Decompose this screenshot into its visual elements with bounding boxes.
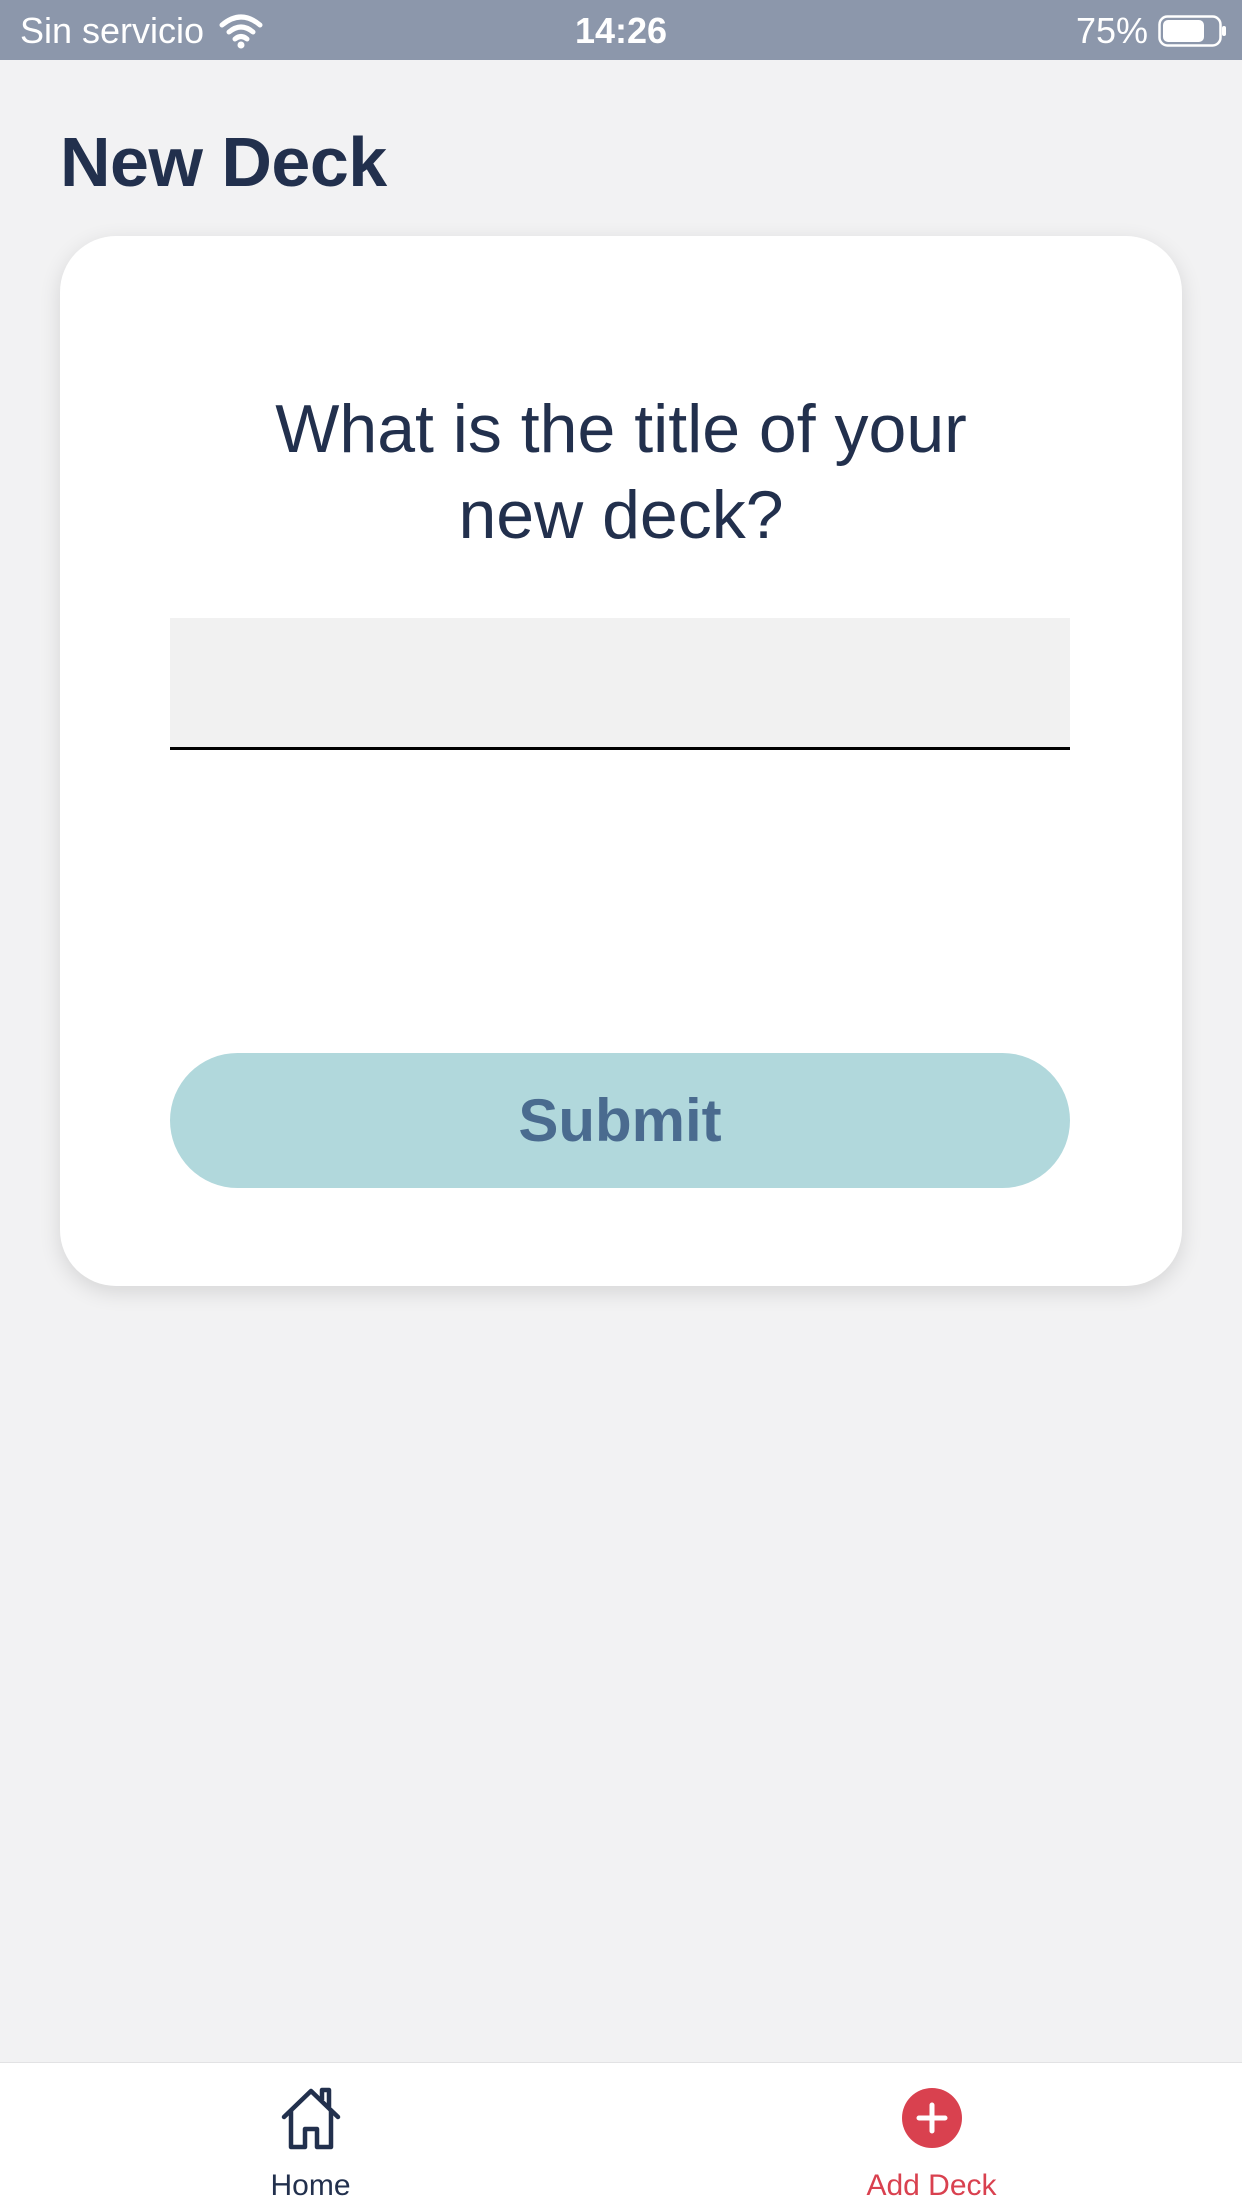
tab-bar: Home Add Deck <box>0 2062 1242 2209</box>
plus-circle-icon <box>901 2088 962 2148</box>
status-right: 75% <box>1076 10 1228 52</box>
tab-add-deck[interactable]: Add Deck <box>621 2063 1242 2209</box>
tab-home-label: Home <box>270 2169 351 2202</box>
status-bar: Sin servicio 14:26 75% <box>0 0 1242 60</box>
tab-add-deck-label: Add Deck <box>866 2169 997 2202</box>
battery-icon <box>1158 15 1226 47</box>
tab-home[interactable]: Home <box>0 2063 621 2209</box>
question-text: What is the title of your new deck? <box>275 391 967 553</box>
new-deck-card: What is the title of your new deck? Subm… <box>60 236 1182 1286</box>
status-time: 14:26 <box>574 10 668 51</box>
deck-title-input[interactable] <box>170 618 1070 750</box>
battery-percent: 75% <box>1075 10 1148 51</box>
home-icon <box>281 2087 340 2150</box>
submit-button[interactable]: Submit <box>170 1053 1070 1188</box>
page-title: New Deck <box>60 123 387 201</box>
